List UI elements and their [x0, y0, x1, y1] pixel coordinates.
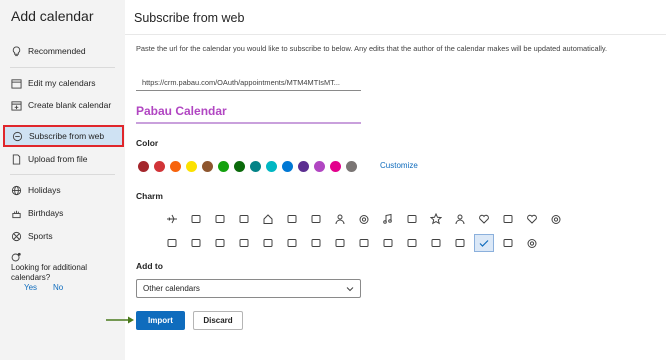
- color-swatch[interactable]: [314, 161, 325, 172]
- add-to-label: Add to: [136, 261, 163, 271]
- bus-icon[interactable]: [258, 234, 278, 252]
- cake-icon: [10, 207, 22, 219]
- target-icon[interactable]: [522, 234, 542, 252]
- chevron-down-icon: [346, 285, 354, 293]
- no-link[interactable]: No: [53, 283, 63, 292]
- calendar-add-icon: [10, 99, 22, 111]
- color-swatch[interactable]: [298, 161, 309, 172]
- color-swatch[interactable]: [266, 161, 277, 172]
- color-swatch[interactable]: [234, 161, 245, 172]
- sidebar-item-birthdays[interactable]: Birthdays: [0, 202, 125, 224]
- people-icon[interactable]: [330, 210, 350, 228]
- sidebar-item-holidays[interactable]: Holidays: [0, 179, 125, 201]
- calendar-name-input[interactable]: Pabau Calendar: [136, 104, 361, 124]
- calendar-edit-icon: [10, 77, 22, 89]
- charm-label: Charm: [136, 191, 163, 201]
- phone-icon[interactable]: [450, 234, 470, 252]
- color-swatch[interactable]: [170, 161, 181, 172]
- music-icon[interactable]: [378, 210, 398, 228]
- plant-icon[interactable]: [402, 234, 422, 252]
- home-icon[interactable]: [258, 210, 278, 228]
- credit-card-icon[interactable]: [282, 234, 302, 252]
- sidebar-item-label: Sports: [28, 231, 53, 241]
- sidebar-divider: [10, 67, 115, 68]
- sidebar-item-label: Recommended: [28, 46, 86, 56]
- check-icon[interactable]: [474, 234, 494, 252]
- sports-icon: [10, 230, 22, 242]
- person-icon[interactable]: [450, 210, 470, 228]
- color-swatch[interactable]: [154, 161, 165, 172]
- pointer-arrow-icon: [106, 316, 134, 324]
- globe-icon: [11, 130, 23, 142]
- bike-icon[interactable]: [306, 234, 326, 252]
- sidebar-item-label: Subscribe from web: [29, 131, 105, 141]
- wrench-icon[interactable]: [426, 234, 446, 252]
- airplane-icon[interactable]: [162, 210, 182, 228]
- sidebar-item-label: Edit my calendars: [28, 78, 96, 88]
- add-to-select[interactable]: Other calendars: [136, 279, 361, 298]
- color-label: Color: [136, 138, 159, 148]
- description-text: Paste the url for the calendar you would…: [136, 44, 608, 53]
- notes-icon[interactable]: [186, 210, 206, 228]
- page-title: Subscribe from web: [134, 11, 245, 25]
- sidebar-item-label: Birthdays: [28, 208, 64, 218]
- sidebar-title: Add calendar: [11, 8, 94, 24]
- color-swatch[interactable]: [186, 161, 197, 172]
- color-swatch[interactable]: [346, 161, 357, 172]
- url-input[interactable]: https://crm.pabau.com/OAuth/appointments…: [136, 73, 361, 91]
- briefcase-icon[interactable]: [306, 210, 326, 228]
- document-icon: [10, 153, 22, 165]
- sidebar-item-label: Holidays: [28, 185, 61, 195]
- color-swatch[interactable]: [218, 161, 229, 172]
- sidebar-item-label: Upload from file: [28, 154, 88, 164]
- lightbulb-icon: [10, 45, 22, 57]
- clipboard-icon[interactable]: [498, 234, 518, 252]
- sidebar-item-subscribe-from-web[interactable]: Subscribe from web: [3, 125, 124, 147]
- color-swatch[interactable]: [282, 161, 293, 172]
- car-icon[interactable]: [402, 210, 422, 228]
- import-button[interactable]: Import: [136, 311, 185, 330]
- dumbbell-icon[interactable]: [378, 234, 398, 252]
- add-to-value: Other calendars: [143, 284, 200, 293]
- sidebar-item-create-blank-calendar[interactable]: Create blank calendar: [0, 94, 125, 116]
- heart-broken-icon[interactable]: [474, 210, 494, 228]
- controller-icon[interactable]: [234, 210, 254, 228]
- soccer-ball-icon[interactable]: [546, 210, 566, 228]
- more-calendars-prompt: Looking for additional calendars?: [11, 263, 88, 282]
- graduation-cap-icon[interactable]: [354, 234, 374, 252]
- color-swatch[interactable]: [202, 161, 213, 172]
- sidebar: Add calendar Recommended Edit my calenda…: [0, 0, 125, 360]
- sidebar-item-recommended[interactable]: Recommended: [0, 40, 125, 62]
- stopwatch-icon[interactable]: [354, 210, 374, 228]
- heart-icon[interactable]: [522, 210, 542, 228]
- color-swatch[interactable]: [138, 161, 149, 172]
- customize-link[interactable]: Customize: [380, 161, 418, 170]
- sidebar-item-sports[interactable]: Sports: [0, 225, 125, 247]
- pill-icon[interactable]: [282, 210, 302, 228]
- sidebar-divider: [10, 174, 115, 175]
- star-icon[interactable]: [426, 210, 446, 228]
- camera-icon[interactable]: [210, 210, 230, 228]
- sidebar-item-upload-from-file[interactable]: Upload from file: [0, 148, 125, 170]
- color-swatch[interactable]: [250, 161, 261, 172]
- train-icon[interactable]: [330, 234, 350, 252]
- utensils-icon[interactable]: [498, 210, 518, 228]
- sidebar-item-edit-my-calendars[interactable]: Edit my calendars: [0, 72, 125, 94]
- monitor-icon[interactable]: [234, 234, 254, 252]
- yes-link[interactable]: Yes: [24, 283, 37, 292]
- sidebar-item-label: Create blank calendar: [28, 100, 112, 110]
- color-swatch[interactable]: [330, 161, 341, 172]
- globe-icon: [10, 184, 22, 196]
- search-calendar-icon: [11, 250, 22, 262]
- discard-button[interactable]: Discard: [193, 311, 243, 330]
- clapper-icon[interactable]: [162, 234, 182, 252]
- cake-icon[interactable]: [210, 234, 230, 252]
- title-divider: [125, 34, 666, 35]
- add-calendar-dialog: Add calendar Recommended Edit my calenda…: [0, 0, 666, 360]
- book-icon[interactable]: [186, 234, 206, 252]
